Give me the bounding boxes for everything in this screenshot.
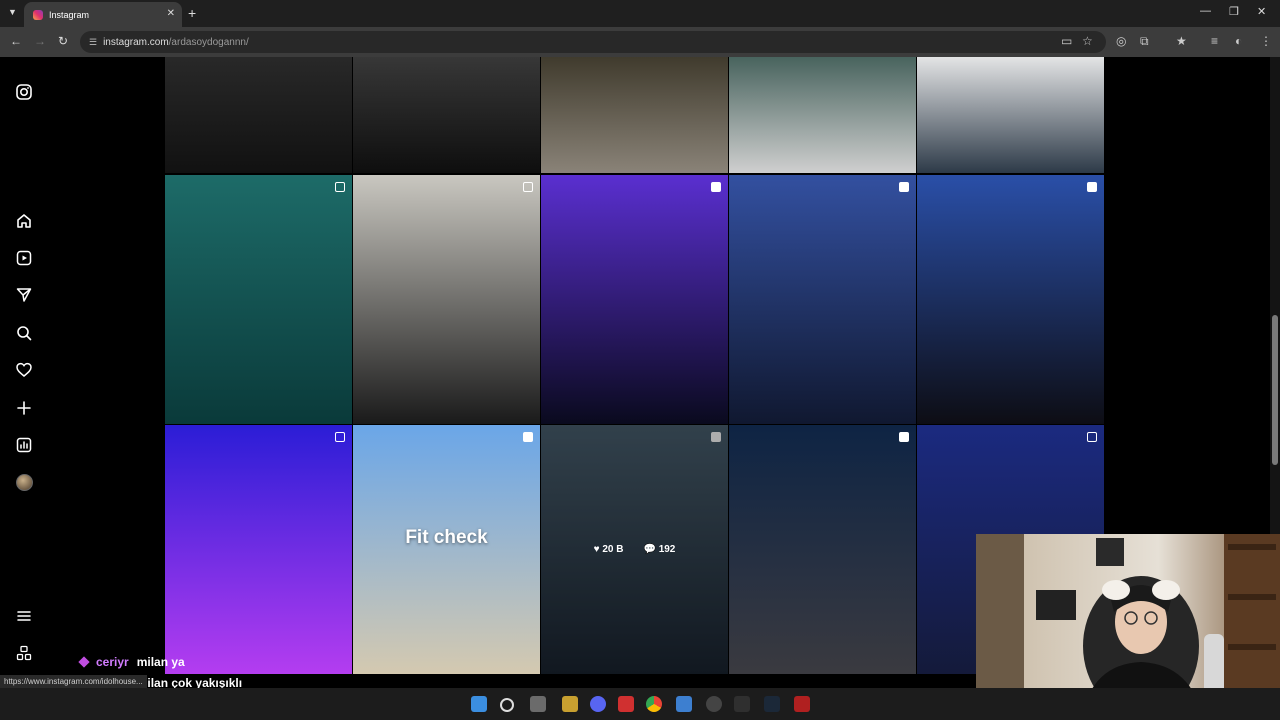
app-icon-4[interactable] bbox=[706, 696, 722, 712]
carousel-indicator-icon bbox=[1087, 432, 1097, 442]
new-tab-icon[interactable]: + bbox=[188, 5, 196, 21]
chat-text: milan ya bbox=[136, 655, 185, 669]
bookmarks-icon[interactable]: ★ bbox=[1176, 34, 1187, 48]
post-tile-r1c3[interactable] bbox=[729, 175, 916, 424]
reel-indicator-icon bbox=[523, 432, 533, 442]
discord-icon[interactable] bbox=[590, 696, 606, 712]
steam-icon[interactable] bbox=[764, 696, 780, 712]
post-tile-r0c2[interactable] bbox=[541, 57, 728, 173]
search-icon[interactable] bbox=[15, 324, 33, 342]
create-plus-icon[interactable] bbox=[15, 399, 33, 417]
browser-tab-strip: ▼ Instagram ✕ + — ❐ ✕ bbox=[0, 0, 1280, 27]
post-tile-r2c3[interactable] bbox=[729, 425, 916, 674]
bookmark-star-icon[interactable]: ☆ bbox=[1082, 34, 1093, 48]
back-arrow-icon[interactable]: ← bbox=[10, 34, 22, 48]
likes-count: 20 B bbox=[602, 544, 624, 555]
app-icon-6[interactable] bbox=[794, 696, 810, 712]
post-tile-r2c2[interactable]: ♥ 20 B 💬 192 bbox=[541, 425, 728, 674]
reel-indicator-icon bbox=[711, 182, 721, 192]
task-view-icon[interactable] bbox=[530, 696, 546, 712]
insights-chart-icon[interactable] bbox=[15, 436, 33, 454]
instagram-sidebar bbox=[0, 57, 48, 687]
app-icon-3[interactable] bbox=[676, 696, 692, 712]
reels-icon[interactable] bbox=[15, 249, 33, 267]
post-tile-r0c3[interactable] bbox=[729, 57, 916, 173]
post-tile-r0c4[interactable] bbox=[917, 57, 1104, 173]
close-window-icon[interactable]: ✕ bbox=[1257, 5, 1266, 18]
tab-search-icon[interactable]: ▼ bbox=[8, 7, 17, 17]
likes-stat: ♥ 20 B bbox=[593, 544, 624, 555]
post-tile-r1c1[interactable] bbox=[353, 175, 540, 424]
sub-badge-icon bbox=[78, 656, 90, 668]
carousel-indicator-icon bbox=[523, 182, 533, 192]
reload-icon[interactable]: ↻ bbox=[58, 34, 68, 48]
app-icon-1[interactable] bbox=[562, 696, 578, 712]
tab-media-icon[interactable]: ≡ bbox=[1211, 34, 1218, 48]
reel-indicator-icon bbox=[899, 432, 909, 442]
app-icon-2[interactable] bbox=[618, 696, 634, 712]
post-tile-r2c0[interactable] bbox=[165, 425, 352, 674]
extension-icon[interactable]: ◎ bbox=[1116, 34, 1126, 48]
post-tile-r1c0[interactable] bbox=[165, 175, 352, 424]
profile-avatar[interactable] bbox=[15, 473, 33, 491]
more-menu-icon[interactable] bbox=[15, 607, 33, 625]
url-path: /ardasoydogannn/ bbox=[168, 36, 249, 48]
comments-stat: 💬 192 bbox=[643, 544, 676, 555]
also-from-meta-icon[interactable] bbox=[15, 644, 33, 662]
close-tab-icon[interactable]: ✕ bbox=[167, 8, 175, 19]
post-tile-r0c1[interactable] bbox=[353, 57, 540, 173]
tab-title: Instagram bbox=[49, 9, 90, 20]
app-icon-5[interactable] bbox=[734, 696, 750, 712]
instagram-favicon-icon bbox=[33, 9, 43, 20]
comments-count: 192 bbox=[658, 544, 676, 555]
forward-arrow-icon[interactable]: → bbox=[34, 34, 46, 48]
post-caption-text: Fit check bbox=[405, 527, 488, 548]
extensions-puzzle-icon[interactable]: ⧉ bbox=[1140, 34, 1149, 49]
windows-start-icon[interactable] bbox=[471, 696, 487, 712]
address-bar[interactable]: ☰ instagram.com/ardasoydogannn/ bbox=[80, 31, 1106, 53]
install-app-icon[interactable]: ▭ bbox=[1061, 34, 1072, 48]
chrome-menu-icon[interactable]: ⋮ bbox=[1260, 34, 1272, 48]
post-tile-r2c1[interactable]: Fit check bbox=[353, 425, 540, 674]
minimize-window-icon[interactable]: — bbox=[1200, 5, 1211, 17]
carousel-indicator-icon bbox=[335, 182, 345, 192]
post-tile-r1c4[interactable] bbox=[917, 175, 1104, 424]
post-hover-overlay: ♥ 20 B 💬 192 bbox=[541, 425, 728, 674]
url-host: instagram.com bbox=[103, 36, 169, 48]
post-tile-r1c2[interactable] bbox=[541, 175, 728, 424]
browser-tab-instagram[interactable]: Instagram ✕ bbox=[24, 2, 182, 27]
chrome-icon[interactable] bbox=[646, 696, 662, 712]
profile-post-grid: Fit check ♥ 20 B 💬 192 bbox=[165, 57, 1104, 687]
reel-indicator-icon bbox=[899, 182, 909, 192]
direct-messages-icon[interactable] bbox=[15, 286, 33, 304]
profile-icon[interactable]: ◐ bbox=[1235, 34, 1242, 48]
notifications-heart-icon[interactable] bbox=[15, 361, 33, 379]
scrollbar-thumb[interactable] bbox=[1272, 315, 1278, 465]
post-tile-r0c0[interactable] bbox=[165, 57, 352, 173]
restore-window-icon[interactable]: ❐ bbox=[1229, 5, 1239, 18]
windows-taskbar bbox=[0, 688, 1280, 720]
chat-username[interactable]: ceriyr bbox=[96, 655, 129, 669]
carousel-indicator-icon bbox=[335, 432, 345, 442]
browser-toolbar: ← → ↻ ☰ instagram.com/ardasoydogannn/ ▭ … bbox=[0, 27, 1280, 57]
site-info-icon[interactable]: ☰ bbox=[89, 37, 97, 48]
chat-message: ceriyr milan ya bbox=[78, 655, 185, 669]
link-status-bar: https://www.instagram.com/idolhouse... bbox=[0, 675, 147, 688]
home-icon[interactable] bbox=[15, 212, 33, 230]
reel-indicator-icon bbox=[1087, 182, 1097, 192]
taskbar-search-icon[interactable] bbox=[500, 698, 514, 712]
instagram-logo-icon[interactable] bbox=[15, 83, 33, 101]
